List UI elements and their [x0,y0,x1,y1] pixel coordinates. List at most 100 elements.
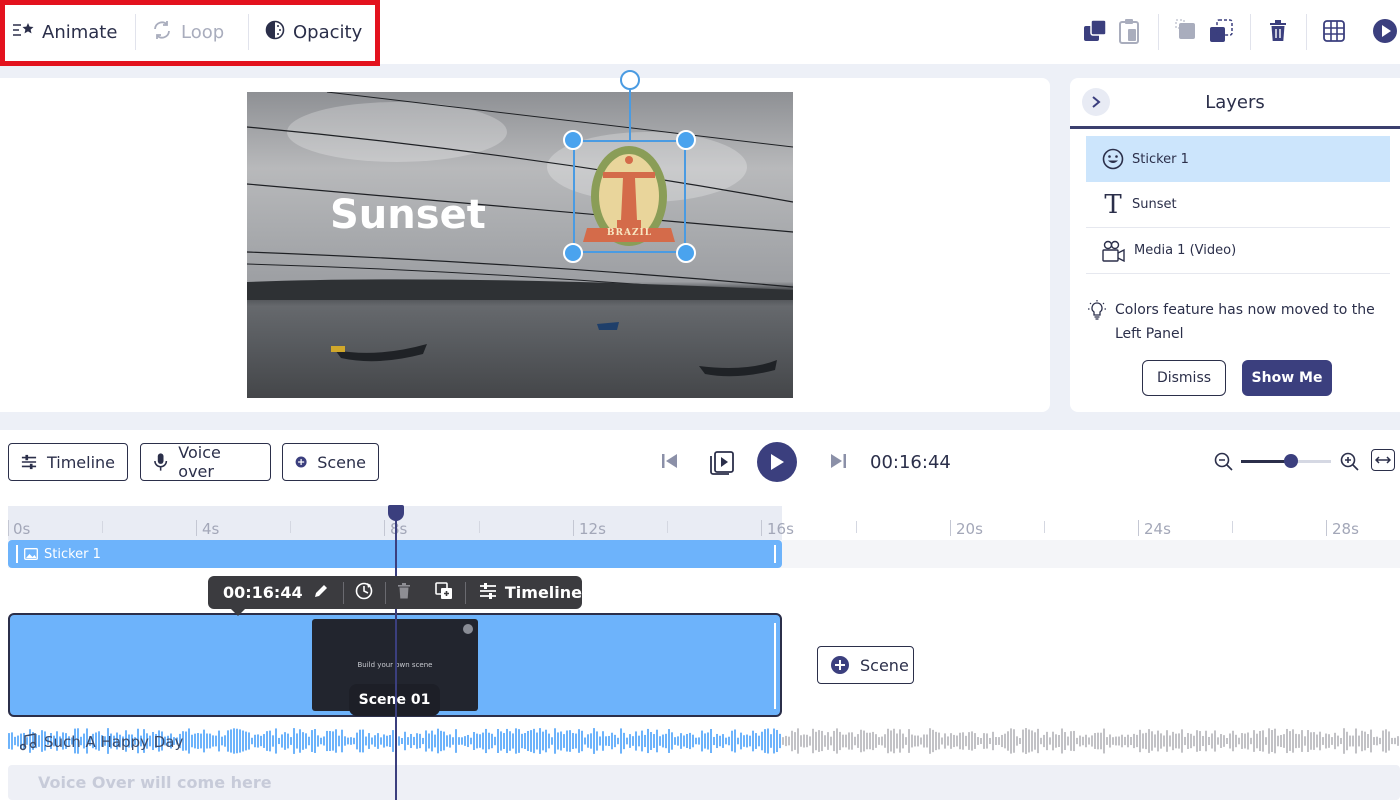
waveform-bar [410,733,412,749]
clip-trim-handle-right[interactable] [774,545,776,563]
clip-trim-handle-left[interactable] [16,545,18,563]
scene-button[interactable]: Scene [282,443,379,481]
waveform-bar [1313,732,1315,750]
waveform-bar [776,729,778,753]
layer-item-video[interactable]: Media 1 (Video) [1086,228,1390,274]
layer-item-sticker[interactable]: Sticker 1 [1086,136,1390,182]
scene-timeline-button[interactable]: Timeline [505,583,582,602]
voice-over-placeholder: Voice Over will come here [38,773,272,792]
bring-forward-icon[interactable] [1082,18,1108,44]
waveform-bar [248,732,250,750]
zoom-slider-knob[interactable] [1283,454,1298,468]
dismiss-button[interactable]: Dismiss [1142,360,1226,396]
waveform-bar [1265,737,1267,745]
video-preview[interactable] [247,92,793,398]
ruler-tick [950,520,951,536]
waveform-bar [884,734,886,748]
clip-trim-handle-right[interactable] [774,623,776,709]
layer-item-text[interactable]: T Sunset [1086,182,1390,228]
ruler-tick [573,520,574,536]
waveform-bar [1385,729,1387,753]
waveform-bar [1316,734,1318,748]
fit-width-icon[interactable] [1371,449,1395,471]
waveform-bar [1061,728,1063,754]
resize-handle-top-left[interactable] [563,130,583,150]
resize-handle-top-right[interactable] [676,130,696,150]
edit-pencil-icon[interactable] [313,583,343,603]
timeline-button[interactable]: Timeline [8,443,128,481]
ruler-tick [1326,520,1327,536]
preview-play-icon[interactable] [1372,18,1398,44]
scene-duration[interactable]: 00:16:44 [208,583,313,602]
waveform-bar [605,736,607,746]
waveform-bar [452,737,454,745]
waveform-bar [914,735,916,747]
audio-waveform [8,728,1399,754]
waveform-bar [1088,737,1090,745]
waveform-bar [1085,734,1087,748]
waveform-bar [287,733,289,749]
layer-label: Sunset [1132,197,1177,212]
waveform-bar [1064,732,1066,750]
add-scene-button[interactable]: Scene [817,646,914,684]
duplicate-scene-icon[interactable] [423,581,465,604]
waveform-bar [950,733,952,749]
delete-scene-icon[interactable] [385,582,423,603]
play-scene-icon[interactable] [708,448,736,480]
grid-icon[interactable] [1321,18,1347,44]
sunset-text-layer[interactable]: Sunset [330,192,486,238]
waveform-bar [872,731,874,751]
resize-handle-bottom-right[interactable] [676,243,696,263]
waveform-bar [1376,736,1378,746]
sticker-selection[interactable]: BRAZIL [573,140,686,253]
waveform-bar [1049,737,1051,745]
waveform-bar [587,734,589,748]
waveform-bar [1148,729,1150,753]
add-scene-label: Scene [860,655,909,675]
trash-icon[interactable] [1265,18,1291,44]
show-me-button[interactable]: Show Me [1242,360,1332,396]
waveform-bar [614,734,616,748]
waveform-bar [1115,736,1117,746]
waveform-bar [1220,734,1222,748]
waveform-bar [653,734,655,748]
rotate-handle[interactable] [620,70,640,90]
audio-track[interactable] [8,727,1400,755]
zoom-in-icon[interactable] [1340,452,1360,476]
waveform-bar [611,732,613,750]
waveform-bar [566,730,568,752]
transition-icon[interactable] [343,582,385,604]
waveform-bar [488,732,490,750]
waveform-bar [1301,730,1303,752]
skip-forward-icon[interactable] [829,452,847,474]
zoom-out-icon[interactable] [1214,452,1234,476]
waveform-bar [8,733,10,749]
waveform-bar [773,728,775,754]
waveform-bar [728,736,730,746]
paste-icon[interactable] [1116,18,1142,44]
current-time: 00:16:44 [870,452,951,473]
waveform-bar [1280,734,1282,748]
waveform-bar [665,733,667,749]
waveform-bar [1145,732,1147,750]
waveform-bar [539,728,541,754]
waveform-bar [983,733,985,749]
resize-handle-bottom-left[interactable] [563,243,583,263]
play-button[interactable] [757,442,797,482]
ruler-tick [384,520,385,536]
waveform-bar [824,735,826,747]
send-backward-icon[interactable] [1174,18,1200,44]
voice-over-button[interactable]: Voice over [140,443,271,481]
playhead-handle[interactable] [388,505,404,521]
skip-back-icon[interactable] [661,452,679,474]
waveform-bar [1373,737,1375,745]
ruler-tick [102,521,103,533]
waveform-bar [1106,737,1108,745]
waveform-bar [1331,737,1333,745]
waveform-bar [1361,730,1363,752]
waveform-bar [1127,734,1129,748]
waveform-bar [260,735,262,747]
ruler-tick [290,521,291,533]
waveform-bar [839,731,841,751]
send-to-back-icon[interactable] [1208,18,1234,44]
